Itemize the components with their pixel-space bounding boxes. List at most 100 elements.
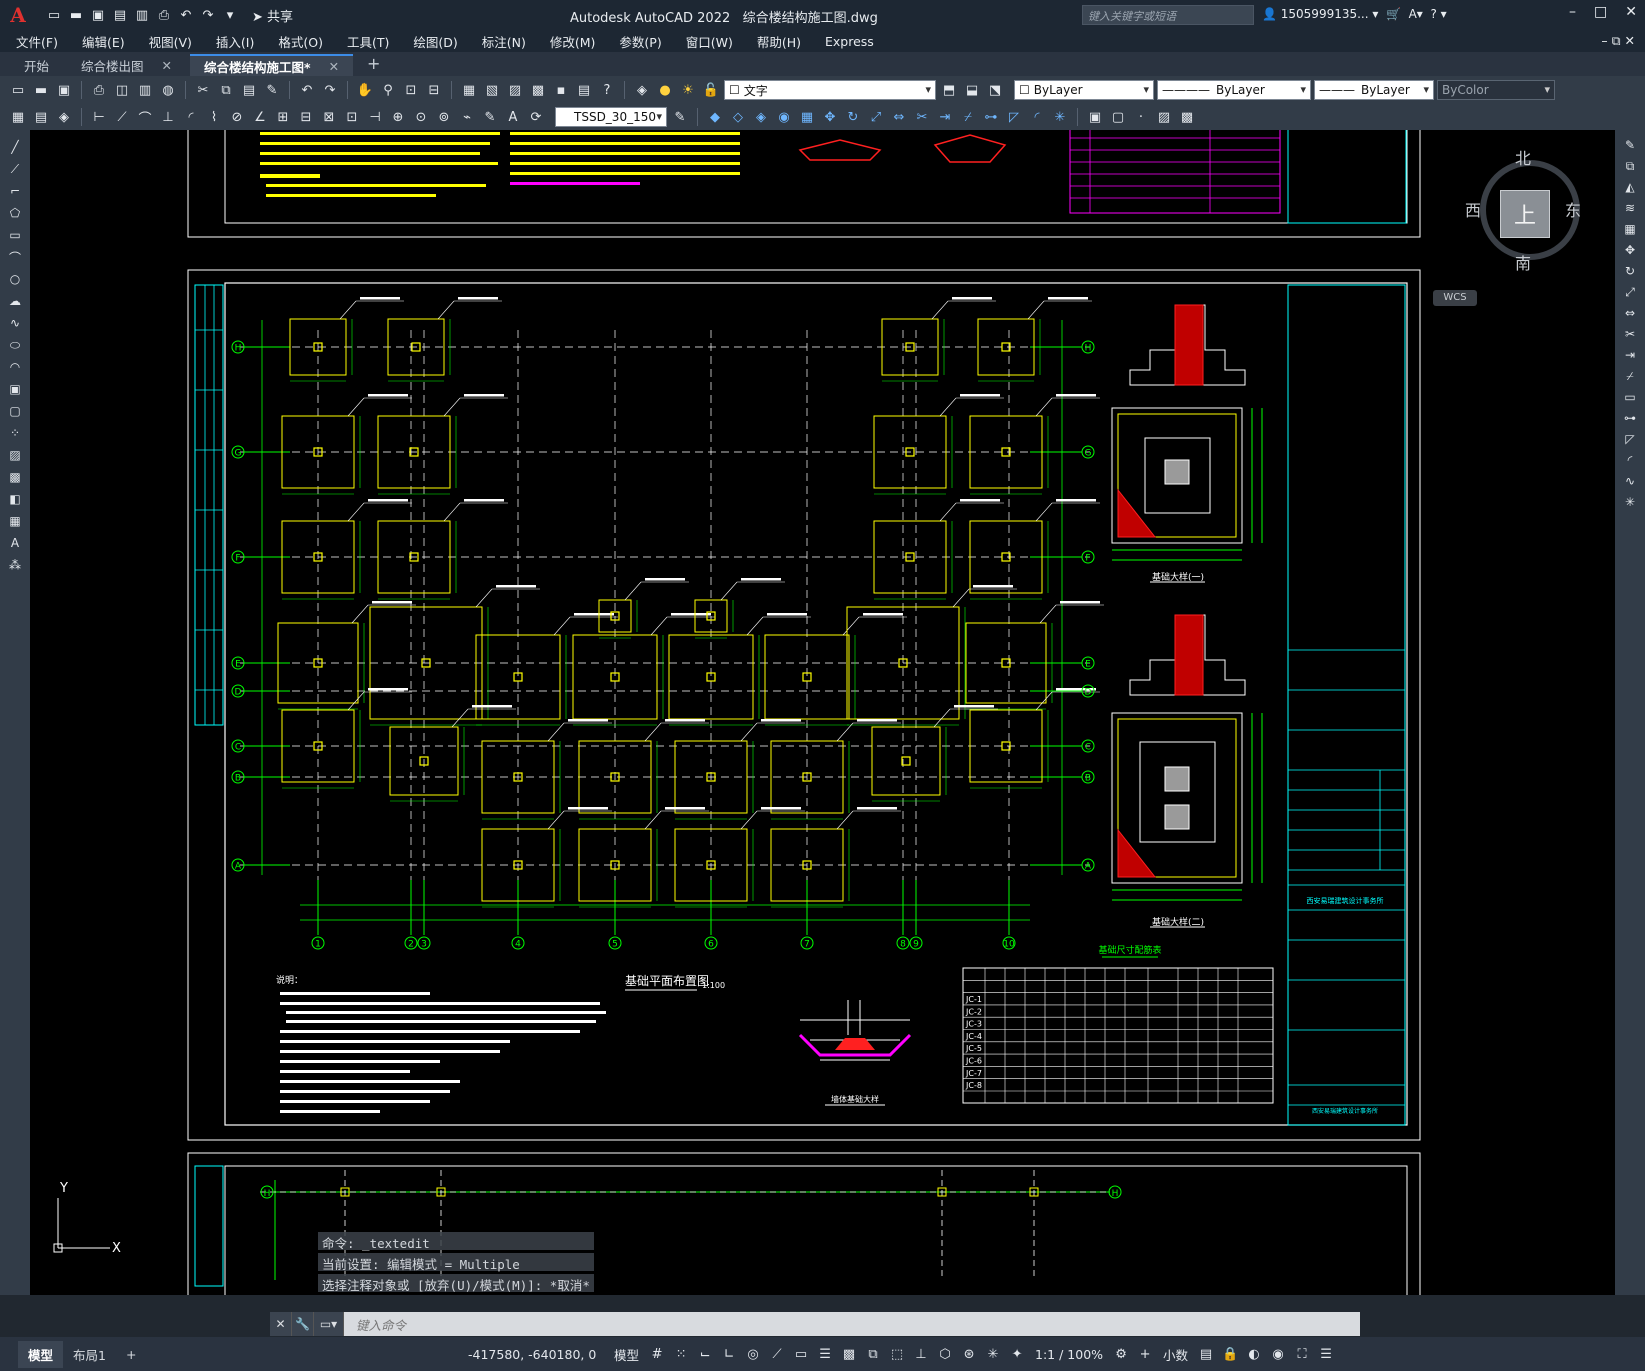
make-block-icon[interactable]: ▢ xyxy=(6,402,24,420)
match-prop-icon[interactable]: ✎ xyxy=(262,80,282,100)
share-button[interactable]: ➤ 共享 xyxy=(252,6,293,25)
compass-south[interactable]: 南 xyxy=(1515,250,1531,274)
lineweight-icon[interactable]: ☰ xyxy=(815,1343,835,1365)
modify-fillet-icon[interactable]: ◜ xyxy=(1027,107,1047,127)
polyline-icon[interactable]: ⌐ xyxy=(6,182,24,200)
doc-window-controls[interactable]: – ⧉ ✕ xyxy=(1601,33,1635,49)
layer-dropdown[interactable]: ☐ 文字 xyxy=(724,80,936,100)
model-space-label[interactable]: 模型 xyxy=(610,1345,643,1364)
pan-icon[interactable]: ✋ xyxy=(355,80,375,100)
erase-icon[interactable]: ✎ xyxy=(1621,136,1639,154)
diameter-dim-icon[interactable]: ⊘ xyxy=(227,107,247,127)
help-icon[interactable]: ? xyxy=(597,80,617,100)
ortho-icon[interactable]: ∟ xyxy=(719,1343,739,1365)
make-block-icon[interactable]: ▢ xyxy=(1108,107,1128,127)
menu-modify[interactable]: 修改(M) xyxy=(550,32,596,51)
menu-window[interactable]: 窗口(W) xyxy=(686,32,733,51)
infer-icon[interactable]: ⌙ xyxy=(695,1343,715,1365)
linetype-dropdown[interactable]: ———— ByLayer xyxy=(1157,80,1311,100)
hatch-icon[interactable]: ▨ xyxy=(6,446,24,464)
break-icon[interactable]: ▭ xyxy=(1621,388,1639,406)
break-dim-icon[interactable]: ⊣ xyxy=(365,107,385,127)
3d-osnap-icon[interactable]: ⬚ xyxy=(887,1343,907,1365)
workspace-gear-icon[interactable]: ⚙ xyxy=(1111,1343,1131,1365)
grid-icon[interactable]: # xyxy=(647,1343,667,1365)
aligned-dim-icon[interactable]: ⟋ xyxy=(112,107,132,127)
layer-lock-icon[interactable]: 🔓 xyxy=(701,80,721,100)
selection-filter-icon[interactable]: ⬡ xyxy=(935,1343,955,1365)
paste-icon[interactable]: ▤ xyxy=(239,80,259,100)
annotation-scale[interactable]: 1:1 / 100% xyxy=(1031,1347,1107,1362)
menu-view[interactable]: 视图(V) xyxy=(149,32,192,51)
annotation-visibility-icon[interactable]: ✳ xyxy=(983,1343,1003,1365)
preview-icon[interactable]: ◫ xyxy=(112,80,132,100)
object-track-icon[interactable]: ▭ xyxy=(791,1343,811,1365)
new-icon[interactable]: ▭ xyxy=(46,7,62,23)
add-layout-button[interactable]: + xyxy=(116,1343,146,1366)
zoom-previous-icon[interactable]: ⊟ xyxy=(424,80,444,100)
hatch-icon[interactable]: ▨ xyxy=(1154,107,1174,127)
menu-format[interactable]: 格式(O) xyxy=(278,32,323,51)
selection-cycling-icon[interactable]: ⧉ xyxy=(863,1343,883,1365)
line-icon[interactable]: ╱ xyxy=(6,138,24,156)
modify-rotate-icon[interactable]: ↻ xyxy=(843,107,863,127)
quick-dim-icon[interactable]: ⊞ xyxy=(273,107,293,127)
modify-offset-icon[interactable]: ◉ xyxy=(774,107,794,127)
layer-on-icon[interactable]: ● xyxy=(655,80,675,100)
join-icon[interactable]: ⊶ xyxy=(1621,409,1639,427)
modify-copy-icon[interactable]: ◇ xyxy=(728,107,748,127)
menu-insert[interactable]: 插入(I) xyxy=(216,32,254,51)
menu-help[interactable]: 帮助(H) xyxy=(757,32,801,51)
lineweight-dropdown[interactable]: ——— ByLayer xyxy=(1314,80,1434,100)
layer-freeze-icon[interactable]: ☀ xyxy=(678,80,698,100)
circle-icon[interactable]: ○ xyxy=(6,270,24,288)
plot-icon[interactable]: ⎙ xyxy=(156,7,172,23)
space-dim-icon[interactable]: ⊡ xyxy=(342,107,362,127)
viewcube-top-face[interactable]: 上 xyxy=(1500,190,1550,238)
plot-icon[interactable]: ⎙ xyxy=(89,80,109,100)
fillet-icon[interactable]: ◜ xyxy=(1621,451,1639,469)
dim-edit-icon[interactable]: ✎ xyxy=(480,107,500,127)
plotstyle-dropdown[interactable]: ByColor xyxy=(1437,80,1555,100)
modify-trim-icon[interactable]: ✂ xyxy=(912,107,932,127)
command-input[interactable]: 键入命令 xyxy=(344,1315,406,1334)
modify-chamfer-icon[interactable]: ◸ xyxy=(1004,107,1024,127)
clean-screen-icon[interactable]: ⛶ xyxy=(1292,1343,1312,1365)
dim-text-edit-icon[interactable]: A xyxy=(503,107,523,127)
design-center-icon[interactable]: ▧ xyxy=(482,80,502,100)
modify-array-icon[interactable]: ▦ xyxy=(797,107,817,127)
menu-edit[interactable]: 编辑(E) xyxy=(82,32,125,51)
jogged-dim-icon[interactable]: ⌇ xyxy=(204,107,224,127)
undo-icon[interactable]: ↶ xyxy=(297,80,317,100)
tool-palettes-icon[interactable]: ▨ xyxy=(505,80,525,100)
explode-icon[interactable]: ✳ xyxy=(1621,493,1639,511)
zoom-window-icon[interactable]: ⊡ xyxy=(401,80,421,100)
jogged-linear-icon[interactable]: ⌁ xyxy=(457,107,477,127)
sheet-set-icon[interactable]: ▩ xyxy=(528,80,548,100)
modify-erase-icon[interactable]: ◆ xyxy=(705,107,725,127)
rectangle-icon[interactable]: ▭ xyxy=(6,226,24,244)
autocad-logo[interactable]: A xyxy=(0,0,36,30)
graphics-performance-icon[interactable]: ◉ xyxy=(1268,1343,1288,1365)
publish-icon[interactable]: ▥ xyxy=(135,80,155,100)
isodraft-icon[interactable]: ⟋ xyxy=(767,1343,787,1365)
multiline-text-icon[interactable]: ▤ xyxy=(31,107,51,127)
dimstyle-icon[interactable]: ✎ xyxy=(670,107,690,127)
ordinate-dim-icon[interactable]: ⊥ xyxy=(158,107,178,127)
construction-line-icon[interactable]: ⟋ xyxy=(6,160,24,178)
save-icon[interactable]: ▣ xyxy=(54,80,74,100)
save-icon[interactable]: ▣ xyxy=(90,7,106,23)
close-command-icon[interactable]: ✕ xyxy=(270,1312,292,1336)
search-input[interactable]: 键入关键字或短语 xyxy=(1082,5,1254,25)
menu-draw[interactable]: 绘图(D) xyxy=(413,32,457,51)
cut-icon[interactable]: ✂ xyxy=(193,80,213,100)
offset-icon[interactable]: ≋ xyxy=(1621,199,1639,217)
stretch-icon[interactable]: ⇔ xyxy=(1621,304,1639,322)
dimstyle-dropdown[interactable]: TSSD_30_150 xyxy=(555,107,667,127)
center-mark-icon[interactable]: ⊙ xyxy=(411,107,431,127)
layer-previous-icon[interactable]: ⬓ xyxy=(962,80,982,100)
menu-dimension[interactable]: 标注(N) xyxy=(482,32,526,51)
close-button[interactable]: ✕ xyxy=(1625,4,1637,20)
modify-scale-icon[interactable]: ⤢ xyxy=(866,107,886,127)
dim-update-icon[interactable]: ⟳ xyxy=(526,107,546,127)
